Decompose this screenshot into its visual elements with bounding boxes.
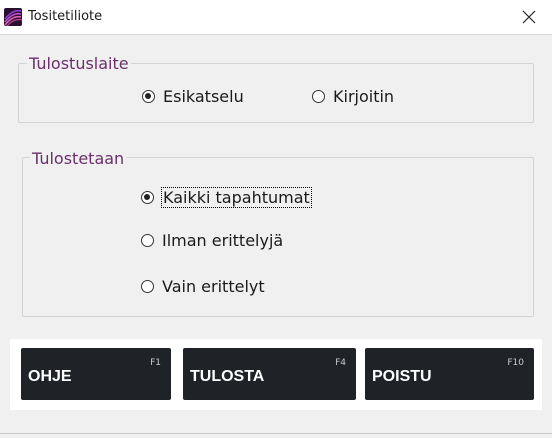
title-bar: Tositetiliote (0, 0, 552, 35)
radio-label: Ilman erittelyjä (162, 230, 284, 250)
print-scope-legend: Tulostetaan (30, 149, 127, 168)
radio-kirjoitin[interactable]: Kirjoitin (312, 85, 394, 107)
radio-unchecked-icon (141, 279, 154, 293)
button-label: POISTU (372, 368, 432, 385)
exit-button[interactable]: POISTU F10 (365, 348, 534, 400)
app-logo-icon (4, 8, 23, 27)
radio-unchecked-icon (312, 89, 325, 103)
shortcut-key: F4 (335, 358, 346, 368)
button-bar: OHJE F1 TULOSTA F4 POISTU F10 (10, 339, 542, 410)
radio-label: Esikatselu (163, 86, 244, 106)
radio-label: Kaikki tapahtumat (161, 186, 312, 208)
radio-label: Kirjoitin (333, 86, 395, 106)
print-button[interactable]: TULOSTA F4 (183, 348, 356, 400)
button-label: OHJE (28, 368, 72, 385)
radio-kaikki-tapahtumat[interactable]: Kaikki tapahtumat (141, 186, 312, 208)
shortcut-key: F1 (150, 358, 161, 368)
radio-label: Vain erittelyt (162, 276, 265, 296)
printer-group-legend: Tulostuslaite (27, 54, 131, 73)
shortcut-key: F10 (507, 358, 524, 368)
radio-esikatselu[interactable]: Esikatselu (142, 85, 244, 107)
button-label: TULOSTA (190, 368, 265, 385)
radio-unchecked-icon (141, 233, 154, 247)
help-button[interactable]: OHJE F1 (21, 348, 171, 400)
window-bottom-border (0, 433, 552, 434)
window-title: Tositetiliote (28, 9, 103, 24)
close-icon[interactable] (514, 4, 544, 30)
radio-ilman-erittelyja[interactable]: Ilman erittelyjä (141, 229, 283, 251)
radio-checked-icon (141, 190, 154, 204)
radio-checked-icon (142, 89, 155, 103)
radio-vain-erittelyt[interactable]: Vain erittelyt (141, 275, 265, 297)
